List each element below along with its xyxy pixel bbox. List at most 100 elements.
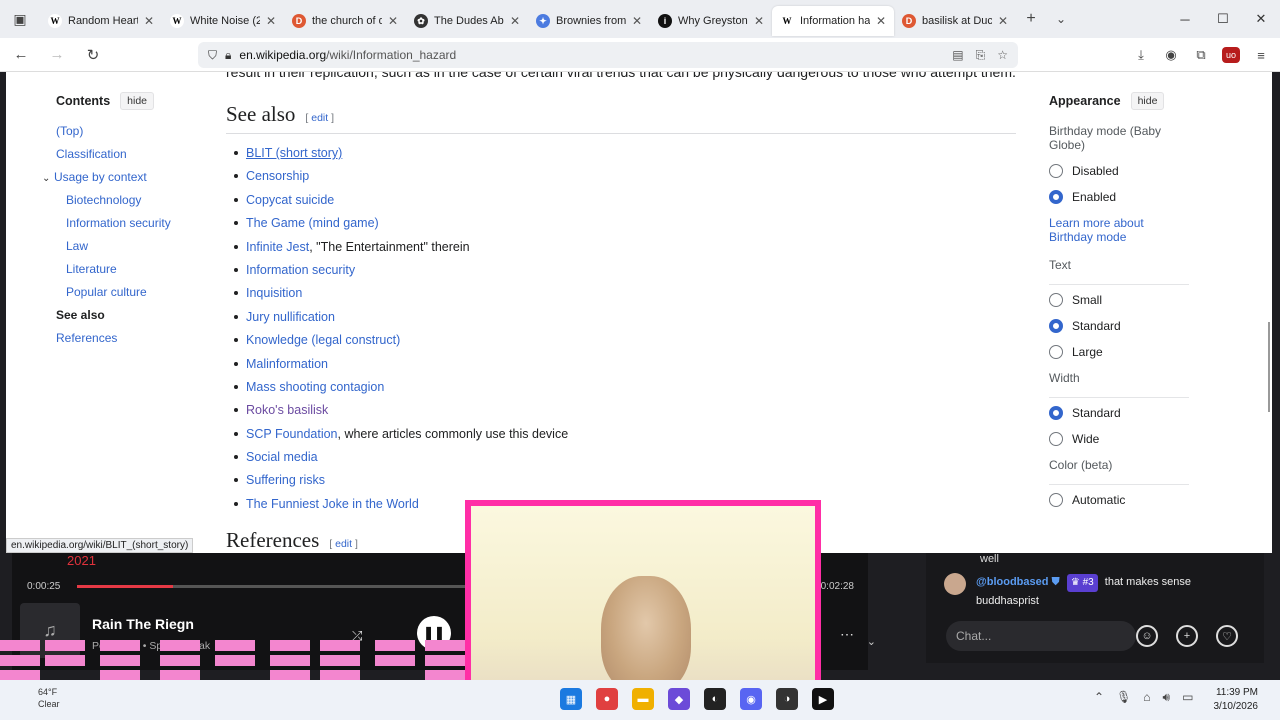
chevron-down-icon[interactable]: ⌄ (867, 635, 876, 648)
browser-tab[interactable]: W Information haz ✕ (772, 6, 894, 36)
more-options-icon[interactable]: ⋯ (840, 626, 854, 643)
close-tab-icon[interactable]: ✕ (388, 14, 398, 28)
text-size-radio[interactable]: Small (1049, 293, 1189, 307)
see-also-link[interactable]: Mass shooting contagion (246, 380, 384, 394)
toc-item[interactable]: Popular culture (56, 285, 216, 299)
see-also-link[interactable]: Roko's basilisk (246, 403, 328, 417)
toc-item[interactable]: Literature (56, 262, 216, 276)
close-tab-icon[interactable]: ✕ (632, 14, 642, 28)
toc-item[interactable]: (Top) (56, 124, 216, 138)
app-icon[interactable]: ◐ (704, 688, 726, 710)
emoji-icon[interactable]: ☺ (1136, 625, 1158, 647)
learn-more-birthday-link[interactable]: Learn more about Birthday mode (1049, 216, 1189, 244)
radio-button[interactable] (1049, 345, 1063, 359)
see-also-link[interactable]: Jury nullification (246, 310, 335, 324)
add-icon[interactable]: + (1176, 625, 1198, 647)
lock-icon[interactable]: 🔒︎ (225, 48, 231, 63)
close-tab-icon[interactable]: ✕ (754, 14, 764, 28)
see-also-link[interactable]: SCP Foundation (246, 427, 338, 441)
width-radio[interactable]: Standard (1049, 406, 1189, 420)
browser-tab[interactable]: Dthe church of du ✕ (284, 6, 406, 36)
toc-item[interactable]: ⌄ Usage by context (42, 170, 216, 184)
see-also-link[interactable]: Copycat suicide (246, 193, 334, 207)
browser-tab[interactable]: ✦ Brownies from G ✕ (528, 6, 650, 36)
browser-tab[interactable]: W White Noise (202 ✕ (162, 6, 284, 36)
heart-icon[interactable]: ♡ (1216, 625, 1238, 647)
see-also-link[interactable]: BLIT (short story) (246, 146, 342, 160)
radio-button[interactable] (1049, 432, 1063, 446)
browser-tab[interactable]: ✿ The Dudes Abide ✕ (406, 6, 528, 36)
see-also-link[interactable]: Information security (246, 263, 355, 277)
see-also-link[interactable]: Social media (246, 450, 318, 464)
references-edit-link[interactable]: edit (335, 538, 352, 550)
see-also-link[interactable]: Inquisition (246, 286, 302, 300)
radio-button[interactable] (1049, 293, 1063, 307)
toc-hide-button[interactable]: hide (120, 92, 155, 110)
forward-arrow-icon[interactable]: → (42, 40, 72, 70)
url-bar[interactable]: ⛉ 🔒︎ en.wikipedia.org/wiki/Information_h… (198, 42, 1018, 68)
app-icon[interactable]: ● (596, 688, 618, 710)
see-also-link[interactable]: Suffering risks (246, 473, 325, 487)
app-icon[interactable]: ◑ (776, 688, 798, 710)
toc-item[interactable]: Classification (56, 147, 216, 161)
system-clock[interactable]: 11:39 PM 3/10/2026 (1214, 686, 1259, 714)
chat-username[interactable]: @bloodbased (976, 576, 1048, 588)
app-icon[interactable]: ◆ (668, 688, 690, 710)
birthday-mode-radio[interactable]: Disabled (1049, 164, 1189, 178)
toc-item[interactable]: Biotechnology (56, 193, 216, 207)
battery-icon[interactable]: ▭ (1182, 690, 1193, 705)
toc-item[interactable]: Law (56, 239, 216, 253)
see-also-link[interactable]: The Game (mind game) (246, 216, 379, 230)
new-tab-button[interactable]: + (1016, 10, 1046, 28)
mic-icon[interactable]: 🎙︎ (1116, 690, 1131, 705)
text-size-radio[interactable]: Standard (1049, 319, 1189, 333)
close-tab-icon[interactable]: ✕ (998, 14, 1008, 28)
browser-tab[interactable]: Dbasilisk at DuckD ✕ (894, 6, 1016, 36)
appearance-hide-button[interactable]: hide (1130, 92, 1165, 110)
radio-button[interactable] (1049, 319, 1063, 333)
weather-widget[interactable]: 64°F Clear (38, 686, 60, 710)
see-also-link[interactable]: The Funniest Joke in the World (246, 497, 419, 511)
app-icon[interactable]: ▬ (632, 688, 654, 710)
see-also-link[interactable]: Infinite Jest (246, 240, 309, 254)
shield-icon[interactable]: ⛉ (208, 48, 217, 63)
account-icon[interactable]: ◉ (1162, 42, 1180, 68)
toc-item[interactable]: Information security (56, 216, 216, 230)
app-icon[interactable]: ◉ (740, 688, 762, 710)
see-also-link[interactable]: Knowledge (legal construct) (246, 333, 400, 347)
menu-icon[interactable]: ≡ (1252, 42, 1270, 68)
chevron-down-icon[interactable]: ⌄ (42, 173, 54, 184)
page-scrollbar[interactable] (1268, 322, 1270, 412)
tab-list-chevron-icon[interactable]: ⌄ (1046, 12, 1076, 26)
reader-view-icon[interactable]: ▤ (952, 48, 963, 63)
see-also-link[interactable]: Malinformation (246, 357, 328, 371)
close-tab-icon[interactable]: ✕ (266, 14, 276, 28)
reload-icon[interactable]: ↻ (78, 40, 108, 70)
radio-button[interactable] (1049, 164, 1063, 178)
radio-button[interactable] (1049, 190, 1063, 204)
play-icon[interactable]: ▶ (812, 688, 834, 710)
close-tab-icon[interactable]: ✕ (510, 14, 520, 28)
birthday-mode-radio[interactable]: Enabled (1049, 190, 1189, 204)
ublock-icon[interactable]: uo (1222, 47, 1240, 63)
toc-item[interactable]: References (56, 331, 216, 345)
bookmark-star-icon[interactable]: ☆ (997, 48, 1008, 63)
tab-overview-icon[interactable]: ▣ (0, 0, 40, 38)
network-icon[interactable]: ⌂ (1143, 690, 1150, 705)
see-also-edit-link[interactable]: edit (311, 112, 328, 124)
width-radio[interactable]: Wide (1049, 432, 1189, 446)
close-tab-icon[interactable]: ✕ (876, 14, 886, 28)
radio-button[interactable] (1049, 406, 1063, 420)
browser-tab[interactable]: i Why Greyston? - ✕ (650, 6, 772, 36)
pocket-icon[interactable]: ⎘ (976, 48, 986, 63)
extensions-icon[interactable]: ⧉ (1192, 42, 1210, 68)
color-radio[interactable]: Automatic (1049, 493, 1189, 507)
see-also-link[interactable]: Censorship (246, 169, 309, 183)
maximize-button[interactable]: ☐ (1204, 0, 1242, 38)
text-size-radio[interactable]: Large (1049, 345, 1189, 359)
app-icon[interactable]: ▦ (560, 688, 582, 710)
minimize-button[interactable]: ─ (1166, 0, 1204, 38)
radio-button[interactable] (1049, 493, 1063, 507)
back-arrow-icon[interactable]: ← (6, 40, 36, 70)
toc-item[interactable]: See also (56, 308, 216, 322)
